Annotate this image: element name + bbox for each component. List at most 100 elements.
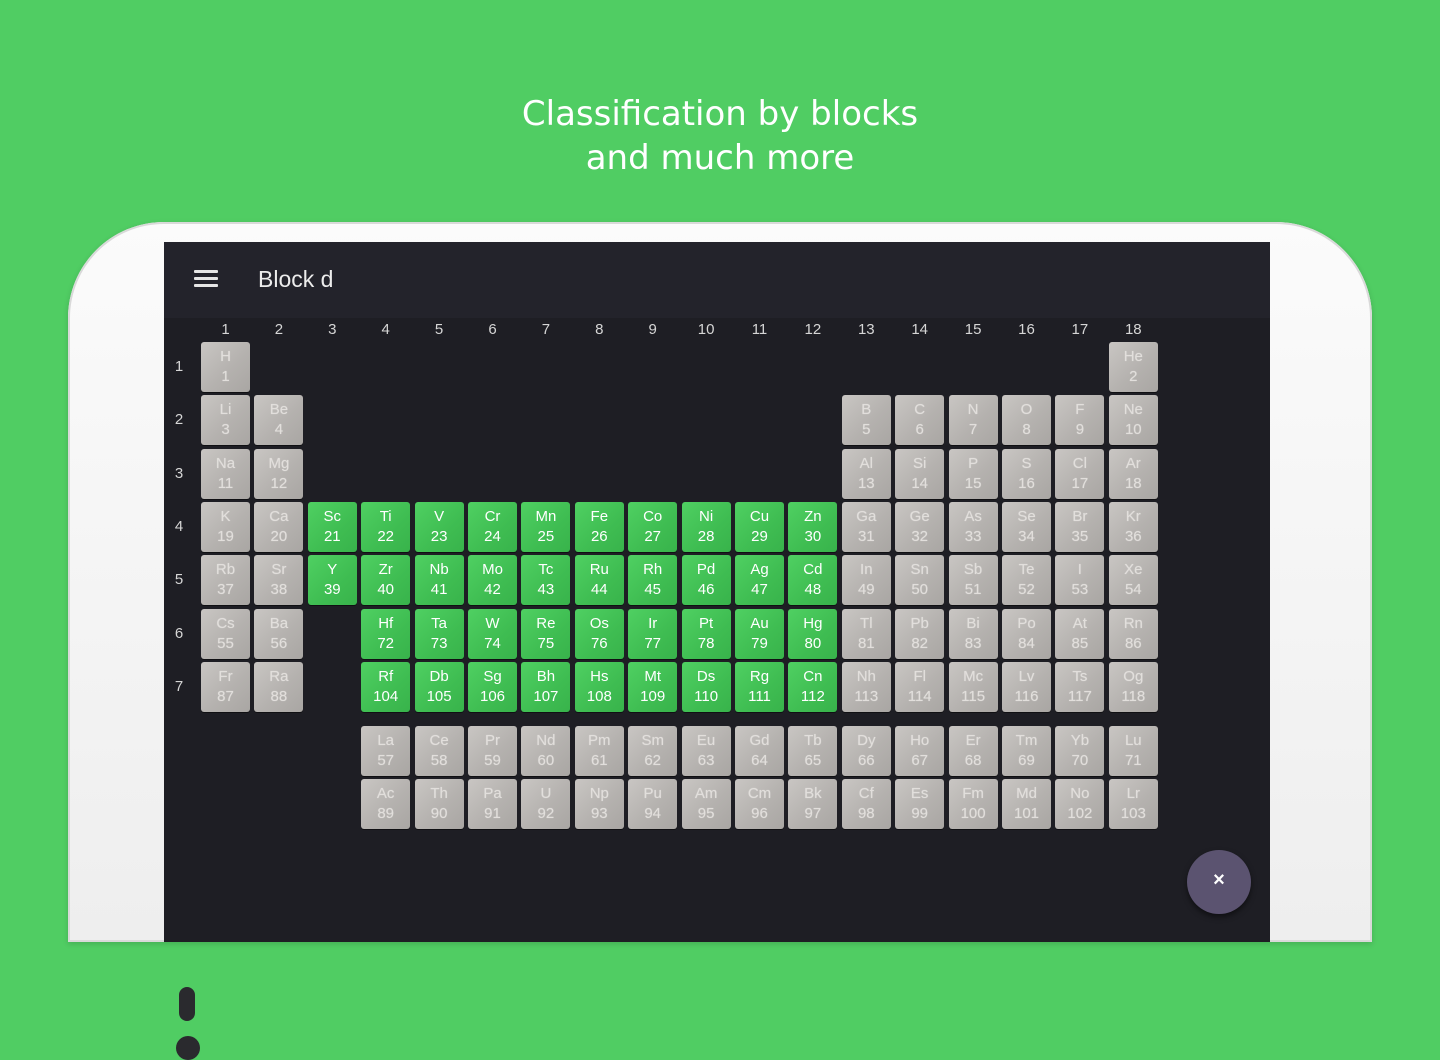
element-tile-y[interactable]: Y 39 <box>307 555 357 606</box>
element-tile-fl[interactable]: Fl 114 <box>895 661 945 712</box>
element-tile-ag[interactable]: Ag 47 <box>735 555 784 606</box>
element-tile-rf[interactable]: Rf 104 <box>361 661 411 712</box>
element-tile-tb[interactable]: Tb 65 <box>788 726 838 776</box>
element-tile-gd[interactable]: Gd 64 <box>735 726 784 776</box>
element-tile-pu[interactable]: Pu 94 <box>628 779 678 830</box>
element-tile-sm[interactable]: Sm 62 <box>628 726 678 776</box>
element-tile-tl[interactable]: Tl 81 <box>841 608 891 659</box>
element-tile-lv[interactable]: Lv 116 <box>1002 661 1051 712</box>
element-tile-sr[interactable]: Sr 38 <box>254 555 304 606</box>
element-tile-k[interactable]: K 19 <box>201 501 250 552</box>
hamburger-menu-icon[interactable] <box>194 270 218 288</box>
element-tile-ce[interactable]: Ce 58 <box>414 726 464 776</box>
element-tile-f[interactable]: F9 <box>1055 395 1105 446</box>
element-tile-as[interactable]: As 33 <box>948 501 998 552</box>
element-tile-re[interactable]: Re 75 <box>521 608 571 659</box>
element-tile-fr[interactable]: Fr 87 <box>201 661 250 712</box>
element-tile-ba[interactable]: Ba 56 <box>254 608 304 659</box>
element-tile-au[interactable]: Au 79 <box>735 608 784 659</box>
element-tile-pd[interactable]: Pd 46 <box>681 555 731 606</box>
element-tile-rh[interactable]: Rh 45 <box>628 555 678 606</box>
element-tile-cn[interactable]: Cn 112 <box>788 661 838 712</box>
element-tile-al[interactable]: Al 13 <box>841 448 891 499</box>
element-tile-si[interactable]: Si 14 <box>895 448 945 499</box>
element-tile-ho[interactable]: Ho 67 <box>895 726 945 776</box>
element-tile-ru[interactable]: Ru 44 <box>574 555 624 606</box>
element-tile-ta[interactable]: Ta 73 <box>414 608 464 659</box>
element-tile-nd[interactable]: Nd 60 <box>521 726 571 776</box>
element-tile-o[interactable]: O8 <box>1002 395 1051 446</box>
element-tile-ca[interactable]: Ca 20 <box>254 501 304 552</box>
element-tile-te[interactable]: Te 52 <box>1002 555 1051 606</box>
element-tile-p[interactable]: P 15 <box>948 448 998 499</box>
element-tile-cf[interactable]: Cf 98 <box>841 779 891 830</box>
element-tile-s[interactable]: S 16 <box>1002 448 1051 499</box>
element-tile-la[interactable]: La 57 <box>361 726 411 776</box>
element-tile-pm[interactable]: Pm 61 <box>574 726 624 776</box>
element-tile-ne[interactable]: Ne 10 <box>1108 395 1158 446</box>
element-tile-rg[interactable]: Rg 111 <box>735 661 784 712</box>
element-tile-ga[interactable]: Ga 31 <box>841 501 891 552</box>
element-tile-na[interactable]: Na 11 <box>201 448 250 499</box>
element-tile-sc[interactable]: Sc 21 <box>307 501 357 552</box>
element-tile-tc[interactable]: Tc 43 <box>521 555 571 606</box>
element-tile-np[interactable]: Np 93 <box>574 779 624 830</box>
element-tile-rb[interactable]: Rb 37 <box>201 555 250 606</box>
close-fab-button[interactable]: × <box>1187 850 1251 914</box>
element-tile-ti[interactable]: Ti 22 <box>361 501 411 552</box>
element-tile-ar[interactable]: Ar 18 <box>1108 448 1158 499</box>
element-tile-es[interactable]: Es 99 <box>895 779 945 830</box>
element-tile-sg[interactable]: Sg 106 <box>468 661 517 712</box>
element-tile-mt[interactable]: Mt 109 <box>628 661 678 712</box>
element-tile-yb[interactable]: Yb 70 <box>1055 726 1105 776</box>
element-tile-dy[interactable]: Dy 66 <box>841 726 891 776</box>
element-tile-lu[interactable]: Lu 71 <box>1108 726 1158 776</box>
element-tile-v[interactable]: V 23 <box>414 501 464 552</box>
element-tile-ir[interactable]: Ir 77 <box>628 608 678 659</box>
element-tile-th[interactable]: Th 90 <box>414 779 464 830</box>
element-tile-eu[interactable]: Eu 63 <box>681 726 731 776</box>
element-tile-ts[interactable]: Ts 117 <box>1055 661 1105 712</box>
element-tile-hg[interactable]: Hg 80 <box>788 608 838 659</box>
element-tile-zr[interactable]: Zr 40 <box>361 555 411 606</box>
element-tile-pb[interactable]: Pb 82 <box>895 608 945 659</box>
element-tile-i[interactable]: I 53 <box>1055 555 1105 606</box>
element-tile-br[interactable]: Br 35 <box>1055 501 1105 552</box>
element-tile-bk[interactable]: Bk 97 <box>788 779 838 830</box>
element-tile-xe[interactable]: Xe 54 <box>1108 555 1158 606</box>
element-tile-cs[interactable]: Cs 55 <box>201 608 250 659</box>
element-tile-co[interactable]: Co 27 <box>628 501 678 552</box>
element-tile-pa[interactable]: Pa 91 <box>468 779 517 830</box>
element-tile-cr[interactable]: Cr 24 <box>468 501 517 552</box>
element-tile-md[interactable]: Md 101 <box>1002 779 1051 830</box>
element-tile-pr[interactable]: Pr 59 <box>468 726 517 776</box>
element-tile-cm[interactable]: Cm 96 <box>735 779 784 830</box>
element-tile-bh[interactable]: Bh 107 <box>521 661 571 712</box>
element-tile-pt[interactable]: Pt 78 <box>681 608 731 659</box>
element-tile-cl[interactable]: Cl 17 <box>1055 448 1105 499</box>
element-tile-ac[interactable]: Ac 89 <box>361 779 411 830</box>
element-tile-u[interactable]: U 92 <box>521 779 571 830</box>
element-tile-zn[interactable]: Zn 30 <box>788 501 838 552</box>
element-tile-li[interactable]: Li 3 <box>201 395 250 446</box>
element-tile-n[interactable]: N7 <box>948 395 998 446</box>
element-tile-ra[interactable]: Ra 88 <box>254 661 304 712</box>
element-tile-c[interactable]: C6 <box>895 395 945 446</box>
element-tile-cu[interactable]: Cu 29 <box>735 501 784 552</box>
element-tile-at[interactable]: At 85 <box>1055 608 1105 659</box>
element-tile-nh[interactable]: Nh 113 <box>841 661 891 712</box>
element-tile-er[interactable]: Er 68 <box>948 726 998 776</box>
element-tile-sb[interactable]: Sb 51 <box>948 555 998 606</box>
element-tile-kr[interactable]: Kr 36 <box>1108 501 1158 552</box>
element-tile-no[interactable]: No 102 <box>1055 779 1105 830</box>
element-tile-w[interactable]: W 74 <box>468 608 517 659</box>
element-tile-mc[interactable]: Mc 115 <box>948 661 998 712</box>
element-tile-he[interactable]: He 2 <box>1108 342 1158 392</box>
element-tile-ds[interactable]: Ds 110 <box>681 661 731 712</box>
element-tile-cd[interactable]: Cd 48 <box>788 555 838 606</box>
element-tile-ni[interactable]: Ni 28 <box>681 501 731 552</box>
element-tile-mo[interactable]: Mo 42 <box>468 555 517 606</box>
element-tile-tm[interactable]: Tm 69 <box>1002 726 1051 776</box>
element-tile-am[interactable]: Am 95 <box>681 779 731 830</box>
element-tile-nb[interactable]: Nb 41 <box>414 555 464 606</box>
